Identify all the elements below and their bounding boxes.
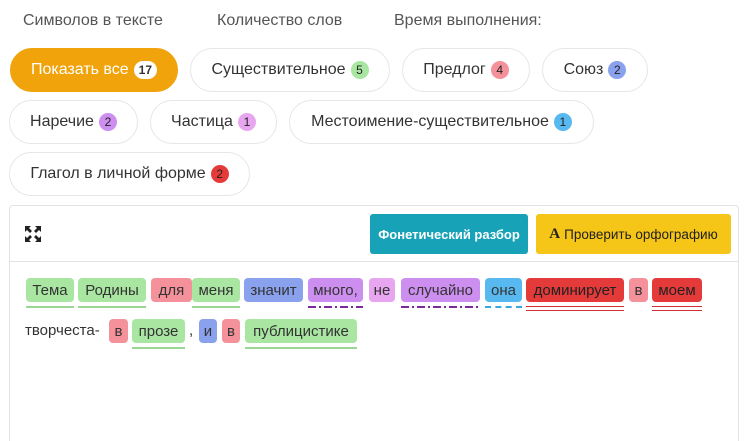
filter-label: Наречие bbox=[30, 113, 94, 130]
filter-label: Частица bbox=[171, 113, 233, 130]
syntax-underline bbox=[132, 347, 185, 349]
word-token: , bbox=[189, 322, 194, 339]
word-token[interactable]: Тема bbox=[26, 278, 74, 302]
filter-count-badge: 17 bbox=[133, 61, 158, 79]
syntax-underline bbox=[308, 306, 363, 308]
check-spelling-button[interactable]: A Проверить орфографию bbox=[536, 214, 731, 254]
syntax-underline bbox=[485, 306, 522, 308]
filter-count-badge: 2 bbox=[98, 113, 117, 131]
word-token[interactable]: в bbox=[629, 278, 648, 302]
word-token[interactable]: случайно bbox=[401, 278, 480, 302]
panel-toolbar: Фонетический разбор A Проверить орфограф… bbox=[10, 206, 738, 262]
filter-chip[interactable]: Частица 1 bbox=[150, 100, 277, 144]
word-token[interactable]: много, bbox=[308, 278, 363, 302]
filter-chip[interactable]: Глагол в личной форме 2 bbox=[9, 152, 250, 196]
filter-label: Предлог bbox=[423, 61, 486, 78]
filter-label: Показать все bbox=[30, 61, 129, 78]
syntax-underline bbox=[401, 306, 480, 308]
syntax-underline bbox=[26, 306, 74, 308]
time-label: Время выполнения: bbox=[394, 12, 542, 29]
filter-count-badge: 2 bbox=[210, 165, 229, 183]
filter-label: Глагол в личной форме bbox=[30, 165, 206, 182]
filter-chip[interactable]: Существительное 5 bbox=[190, 48, 390, 92]
word-token[interactable]: не bbox=[369, 278, 395, 302]
filter-label: Местоимение-существительное bbox=[311, 113, 549, 130]
filter-count-badge: 5 bbox=[350, 61, 369, 79]
filter-chip[interactable]: Наречие 2 bbox=[9, 100, 138, 144]
stats-bar: Символов в тексте Количество слов Время … bbox=[0, 12, 756, 34]
words-count-label: Количество слов bbox=[217, 12, 343, 29]
word-token[interactable]: прозе bbox=[132, 319, 185, 343]
word-token[interactable]: для bbox=[151, 278, 192, 302]
filter-count-badge: 4 bbox=[490, 61, 509, 79]
syntax-underline bbox=[526, 306, 624, 311]
spell-check-icon: A bbox=[549, 225, 561, 242]
phonetic-analysis-button[interactable]: Фонетический разбор bbox=[370, 214, 528, 254]
check-spelling-label: Проверить орфографию bbox=[564, 226, 718, 242]
word-token[interactable]: Родины bbox=[78, 278, 146, 302]
expand-arrows-icon[interactable] bbox=[24, 225, 42, 243]
filter-count-badge: 1 bbox=[237, 113, 256, 131]
word-token: творчеста- bbox=[25, 322, 100, 339]
filter-chip[interactable]: Показать все 17 bbox=[10, 48, 178, 92]
word-token[interactable]: в bbox=[222, 319, 240, 343]
filter-chip[interactable]: Предлог 4 bbox=[402, 48, 530, 92]
filter-chip[interactable]: Местоимение-существительное 1 bbox=[289, 100, 594, 144]
syntax-underline bbox=[192, 306, 240, 308]
word-token[interactable]: меня bbox=[192, 278, 240, 302]
word-token[interactable]: и bbox=[199, 319, 217, 343]
word-token[interactable]: она bbox=[485, 278, 522, 302]
filter-label: Союз bbox=[563, 61, 604, 78]
filter-count-badge: 1 bbox=[553, 113, 572, 131]
syntax-underline bbox=[245, 347, 357, 349]
analysis-panel: Фонетический разбор A Проверить орфограф… bbox=[9, 205, 739, 441]
filter-chip[interactable]: Союз 2 bbox=[542, 48, 648, 92]
syntax-underline bbox=[652, 306, 702, 311]
word-token[interactable]: в bbox=[109, 319, 128, 343]
filter-count-badge: 2 bbox=[608, 61, 627, 79]
chars-count-label: Символов в тексте bbox=[23, 12, 163, 29]
word-token[interactable]: публицистике bbox=[245, 319, 357, 343]
word-token[interactable]: значит bbox=[244, 278, 303, 302]
word-token[interactable]: моем bbox=[652, 278, 702, 302]
word-token[interactable]: доминирует bbox=[526, 278, 624, 302]
filter-label: Существительное bbox=[211, 61, 346, 78]
syntax-underline bbox=[78, 306, 146, 308]
